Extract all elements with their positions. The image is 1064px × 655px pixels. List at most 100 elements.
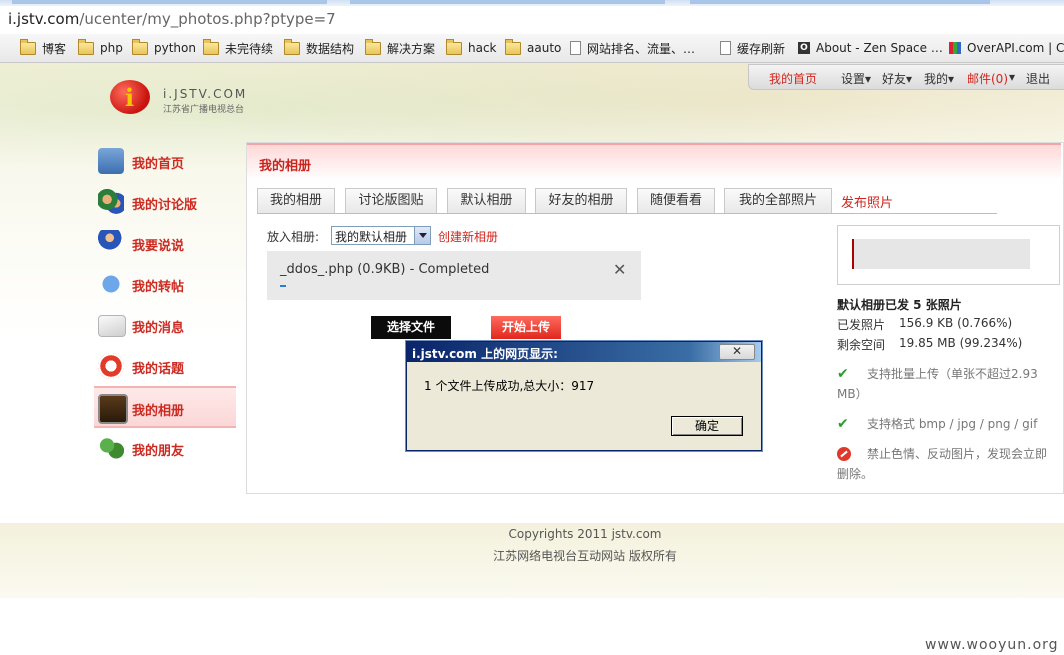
bookmark-item[interactable]: 博客	[20, 38, 66, 56]
folder-icon	[284, 38, 300, 55]
logo-emblem-icon	[110, 80, 150, 114]
nav-item-home[interactable]: 我的首页	[94, 144, 236, 178]
album-select[interactable]: 我的默认相册	[331, 226, 431, 245]
watermark: www.wooyun.org	[925, 637, 1059, 653]
bookmark-item[interactable]: O About - Zen Space …	[798, 40, 943, 56]
mine-menu[interactable]: 我的▾	[924, 70, 954, 87]
my-home-link[interactable]: 我的首页	[769, 70, 817, 87]
copyright-line: Copyrights 2011 jstv.com	[508, 527, 662, 541]
check-icon: ✔	[837, 366, 849, 382]
bookmark-item[interactable]: python	[132, 38, 196, 56]
nav-label: 我的朋友	[132, 444, 185, 459]
page-icon	[570, 41, 581, 55]
dialog-titlebar: i.jstv.com 上的网页显示: ✕	[407, 342, 761, 362]
bookmark-item[interactable]: OverAPI.com | Coll	[949, 40, 1064, 56]
close-icon[interactable]: ✕	[613, 260, 626, 279]
folder-icon	[78, 38, 94, 55]
nav-label: 我的话题	[132, 362, 185, 377]
nav-label: 我的讨论版	[132, 198, 198, 213]
sent-label: 已发照片	[837, 318, 886, 332]
lifebuoy-icon	[98, 353, 124, 379]
dialog-title: i.jstv.com 上的网页显示:	[412, 347, 558, 361]
tab-all-photos[interactable]: 我的全部照片	[724, 188, 832, 213]
friends-icon	[98, 435, 124, 461]
bookmark-item[interactable]: 网站排名、流量、…	[570, 40, 695, 56]
folder-icon	[446, 38, 462, 55]
tab-my-albums[interactable]: 我的相册	[257, 188, 335, 213]
nav-item-say[interactable]: 我要说说	[94, 226, 236, 260]
upload-file-item: _ddos_.php (0.9KB) - Completed ✕	[267, 251, 641, 300]
mail-caret[interactable]: ▾	[1009, 70, 1015, 84]
preview-placeholder	[852, 239, 1030, 269]
nav-item-friends[interactable]: 我的朋友	[94, 431, 236, 465]
chevron-down-icon[interactable]	[414, 227, 430, 244]
browser-tab[interactable]	[12, 0, 327, 4]
logout-link[interactable]: 退出	[1026, 70, 1050, 87]
nav-item-repost[interactable]: 我的转帖	[94, 267, 236, 301]
bookmark-item[interactable]: hack	[446, 38, 497, 56]
bookmark-item[interactable]: 未完待续	[203, 38, 274, 56]
ok-button[interactable]: 确定	[671, 416, 743, 436]
check-icon: ✔	[837, 416, 849, 432]
tab-default-album[interactable]: 默认相册	[447, 188, 526, 213]
tab-forum-photos[interactable]: 讨论版图贴	[345, 188, 437, 213]
folder-icon	[505, 38, 521, 55]
bookmark-label: About - Zen Space …	[816, 41, 943, 55]
album-select-value: 我的默认相册	[335, 230, 408, 244]
nav-item-forum[interactable]: 我的讨论版	[94, 185, 236, 219]
bookmark-label: python	[154, 41, 196, 55]
bookmark-item[interactable]: 解决方案	[365, 38, 435, 56]
feature-prohibited: 禁止色情、反动图片，发现会立即删除。	[837, 444, 1047, 484]
sent-value: 156.9 KB (0.766%)	[899, 316, 1013, 330]
space-left-value: 19.85 MB (99.234%)	[899, 336, 1023, 350]
photo-album-icon	[98, 394, 128, 424]
album-preview	[837, 225, 1060, 285]
nav-item-messages[interactable]: 我的消息	[94, 308, 236, 342]
home-icon	[98, 148, 124, 174]
close-icon[interactable]: ✕	[719, 344, 755, 360]
bookmark-label: aauto	[527, 41, 562, 55]
bookmark-item[interactable]: 数据结构	[284, 38, 354, 56]
friends-menu[interactable]: 好友▾	[882, 70, 912, 87]
create-album-link[interactable]: 创建新相册	[438, 228, 498, 245]
site-logo[interactable]: i.JSTV.COM 江苏省广播电视总台	[110, 80, 260, 120]
folder-icon	[20, 38, 36, 55]
choose-file-button[interactable]: 选择文件	[371, 316, 451, 339]
bookmark-label: OverAPI.com | Coll	[967, 41, 1064, 55]
url-path: /ucenter/my_photos.php?ptype=7	[79, 10, 336, 28]
tab-friends-albums[interactable]: 好友的相册	[535, 188, 627, 213]
tab-strip	[0, 0, 1064, 6]
bookmark-item[interactable]: php	[78, 38, 123, 56]
browser-tab[interactable]	[690, 0, 990, 4]
mail-link[interactable]: 邮件(0)	[967, 70, 1008, 87]
bookmark-label: 未完待续	[225, 41, 274, 56]
bookmark-label: hack	[468, 41, 497, 55]
bookmark-label: 缓存刷新	[737, 41, 786, 56]
browser-tab[interactable]	[350, 0, 665, 4]
tab-divider	[257, 213, 997, 214]
feature-formats: ✔ 支持格式 bmp / jpg / png / gif	[837, 414, 1047, 434]
zen-icon: O	[798, 42, 810, 54]
nav-item-albums[interactable]: 我的相册	[94, 386, 236, 428]
address-bar: i.jstv.com/ucenter/my_photos.php?ptype=7	[0, 0, 1064, 35]
logo-text: i.JSTV.COM	[163, 87, 248, 101]
url-field[interactable]: i.jstv.com/ucenter/my_photos.php?ptype=7	[8, 10, 336, 28]
album-count-title: 默认相册已发 5 张照片	[837, 298, 962, 312]
feature-text: 支持格式 bmp / jpg / png / gif	[867, 417, 1038, 431]
nav-label: 我的消息	[132, 321, 185, 336]
page-title: 我的相册	[259, 159, 312, 174]
dialog-message: 1 个文件上传成功,总大小：917	[424, 379, 595, 393]
tab-random[interactable]: 随便看看	[637, 188, 715, 213]
settings-menu[interactable]: 设置▾	[841, 70, 871, 87]
nav-label: 我要说说	[132, 239, 185, 254]
nav-item-topics[interactable]: 我的话题	[94, 349, 236, 383]
users-icon	[98, 189, 124, 215]
tab-publish-photos[interactable]: 发布照片	[841, 192, 893, 211]
logo-subtext: 江苏省广播电视总台	[163, 105, 245, 115]
bookmark-item[interactable]: 缓存刷新	[720, 40, 785, 56]
start-upload-button[interactable]: 开始上传	[491, 316, 561, 339]
folder-icon	[365, 38, 381, 55]
overapi-icon	[949, 42, 961, 54]
upload-progress-bar	[280, 285, 286, 287]
bookmark-item[interactable]: aauto	[505, 38, 562, 56]
